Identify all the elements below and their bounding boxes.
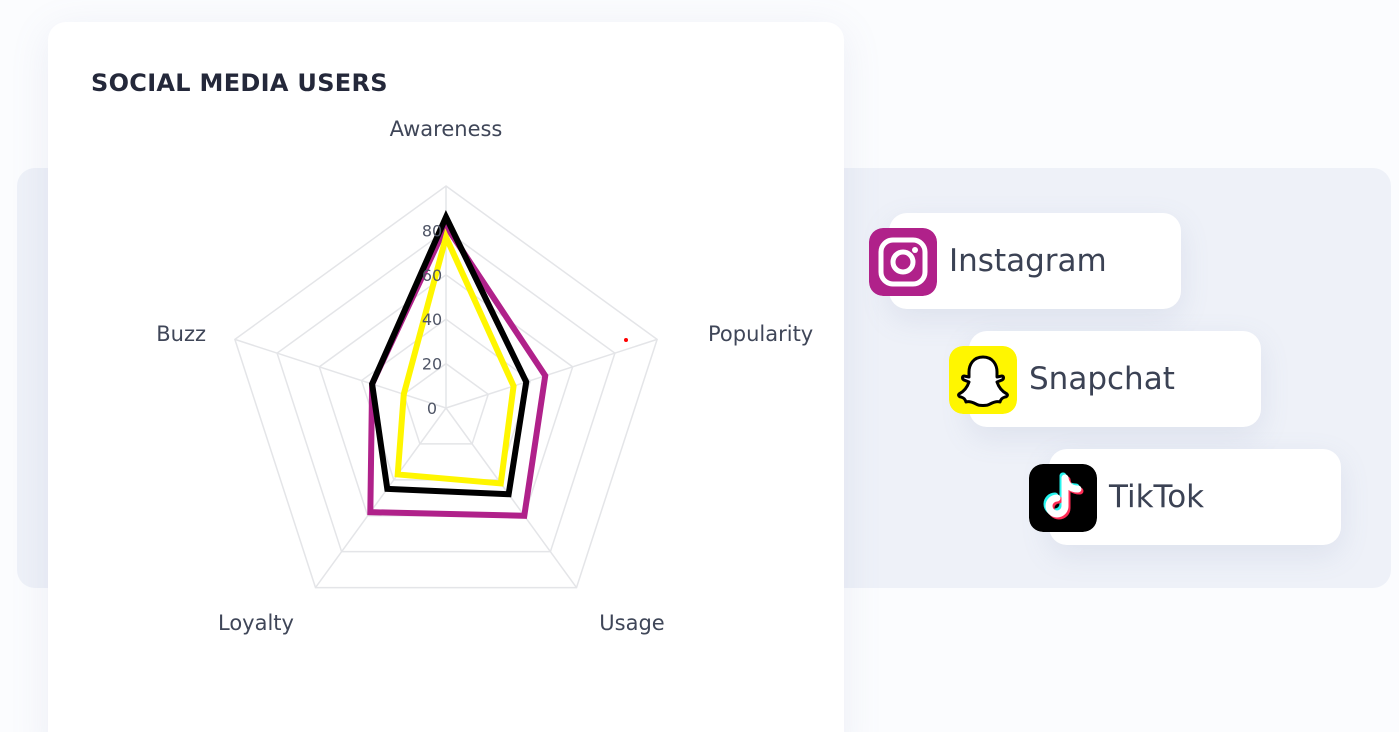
legend-item-tiktok[interactable]: TikTok [1029,449,1341,545]
snapchat-icon [949,346,1017,414]
axis-label-loyalty: Loyalty [218,611,294,635]
legend-item-snapchat[interactable]: Snapchat [949,331,1261,427]
radar-chart: 0 20 40 60 80 Awareness Popularity Usage Loyalt… [156,117,813,635]
chart-card: SOCIAL MEDIA USERS 0 20 40 60 80 Awareness Po… [48,22,844,732]
tick-label: 40 [422,310,442,329]
legend-label-tiktok: TikTok [1109,479,1205,515]
axis-label-awareness: Awareness [390,117,503,141]
tick-label: 80 [422,221,442,240]
tick-label: 20 [422,355,442,374]
axis-label-popularity: Popularity [708,322,813,346]
legend-label-instagram: Instagram [949,243,1107,279]
series-snapchat [394,228,517,487]
axis-label-buzz: Buzz [156,322,206,346]
tick-label: 60 [422,266,442,285]
instagram-icon [869,228,937,296]
axis-label-usage: Usage [599,611,664,635]
legend-label-snapchat: Snapchat [1029,361,1175,397]
page: SOCIAL MEDIA USERS 0 20 40 60 80 Awareness Po… [0,0,1399,732]
marker-dot [624,338,628,342]
grid-spoke [445,407,578,589]
radar-series [367,209,549,519]
legend-item-instagram[interactable]: Instagram [869,213,1181,309]
radar-axis-labels: Awareness Popularity Usage Loyalty Buzz [156,117,813,635]
tiktok-icon [1029,464,1097,532]
tick-label: 0 [427,399,437,418]
grid-spoke [445,338,658,409]
